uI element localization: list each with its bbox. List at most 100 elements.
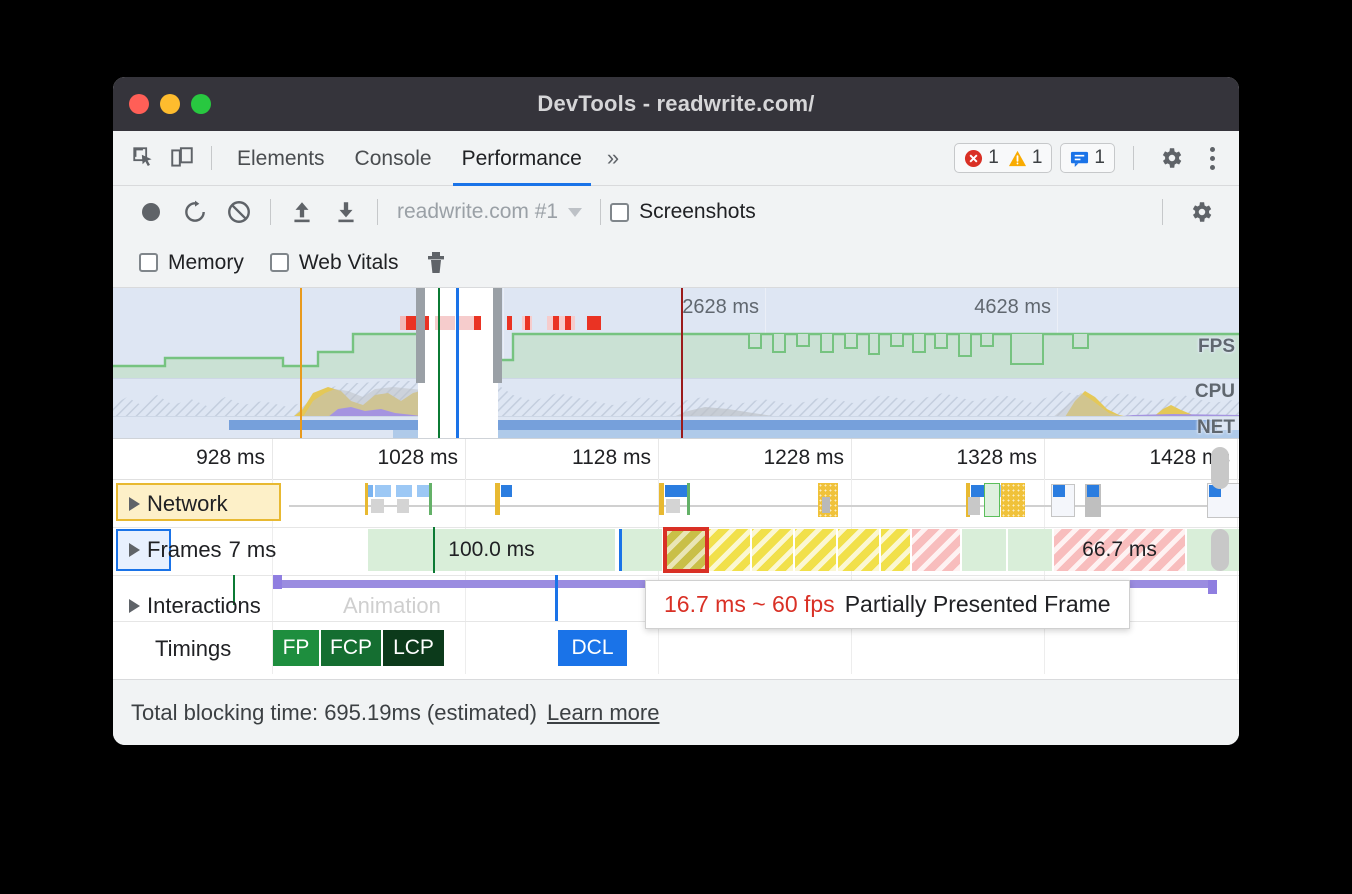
load-profile-up-arrow-icon[interactable] [280, 192, 324, 232]
overview-selection-handle-left[interactable] [416, 288, 425, 383]
memory-checkbox-group[interactable]: Memory [139, 251, 244, 275]
caret-down-icon[interactable] [568, 208, 582, 217]
reload-record-icon[interactable] [173, 192, 217, 232]
trash-icon[interactable] [414, 243, 458, 283]
frame-block[interactable] [838, 529, 880, 571]
track-interactions-title[interactable]: Interactions [129, 593, 261, 619]
screenshots-checkbox[interactable] [610, 203, 629, 222]
network-request-body[interactable] [822, 497, 830, 513]
memory-checkbox[interactable] [139, 253, 158, 272]
minimize-window-button[interactable] [160, 94, 180, 114]
frame-block[interactable] [912, 529, 961, 571]
frame-block[interactable] [752, 529, 794, 571]
profile-selector-value[interactable]: readwrite.com #1 [387, 200, 558, 224]
close-window-button[interactable] [129, 94, 149, 114]
network-request-body[interactable] [397, 499, 409, 513]
frame-block[interactable] [1008, 529, 1053, 571]
track-network-title[interactable]: Network [129, 491, 228, 517]
network-track-scrollbar[interactable] [1211, 447, 1229, 489]
screenshots-label[interactable]: Screenshots [639, 200, 756, 224]
timeline-tracks-area[interactable]: 928 ms 1028 ms 1128 ms 1228 ms 1328 ms 1… [113, 439, 1239, 674]
track-network[interactable]: Network [113, 479, 1239, 528]
memory-label[interactable]: Memory [168, 251, 244, 275]
tab-console[interactable]: Console [340, 131, 447, 186]
frame-tooltip: 16.7 ms ~ 60 fps Partially Presented Fra… [645, 580, 1130, 629]
performance-toolbar-primary: readwrite.com #1 Screenshots [113, 186, 1239, 238]
tabbar-right-group: 1 1 1 [954, 139, 1227, 177]
network-request-marker [659, 483, 664, 515]
track-frames-label: Frames [147, 537, 222, 563]
frame-block[interactable]: 66.7 ms [1054, 529, 1186, 571]
ruler-tick [272, 439, 273, 479]
device-toolbar-icon[interactable] [163, 139, 201, 177]
network-request[interactable] [501, 485, 512, 497]
overview-selection-handle-right[interactable] [493, 288, 502, 383]
network-request[interactable] [1053, 485, 1065, 497]
timing-marker-fcp[interactable]: FCP [321, 630, 383, 666]
tab-performance[interactable]: Performance [447, 131, 597, 186]
track-frames[interactable]: Frames 7 ms 100.0 ms 66.7 ms [113, 527, 1239, 576]
overview-marker-fp [438, 288, 440, 438]
expand-network-triangle-icon[interactable] [129, 497, 140, 511]
timeline-ruler[interactable]: 928 ms 1028 ms 1128 ms 1228 ms 1328 ms 1… [113, 439, 1239, 480]
frame-block[interactable] [709, 529, 751, 571]
frame-block[interactable] [795, 529, 837, 571]
ruler-tick [658, 439, 659, 479]
interaction-bar-end-cap [1208, 580, 1217, 594]
network-request-body[interactable] [666, 499, 680, 513]
ruler-tick [1044, 439, 1045, 479]
interactions-marker-blue [555, 575, 558, 621]
web-vitals-label[interactable]: Web Vitals [299, 251, 399, 275]
timing-marker-fp[interactable]: FP [273, 630, 321, 666]
issues-counter-group[interactable]: 1 1 [954, 143, 1052, 173]
clear-slash-icon[interactable] [217, 192, 261, 232]
frames-track-scrollbar[interactable] [1211, 529, 1229, 571]
tab-elements[interactable]: Elements [222, 131, 340, 186]
inspect-cursor-icon[interactable] [125, 139, 163, 177]
frame-block-selected[interactable] [665, 529, 707, 571]
network-request[interactable] [1001, 483, 1025, 517]
network-request[interactable] [1087, 485, 1099, 497]
total-blocking-time-text: Total blocking time: 695.19ms (estimated… [131, 700, 537, 726]
tabbar-divider [211, 146, 212, 170]
record-circle-icon[interactable] [129, 192, 173, 232]
warning-count: 1 [1032, 147, 1043, 169]
web-vitals-checkbox-group[interactable]: Web Vitals [270, 251, 399, 275]
expand-frames-triangle-icon[interactable] [129, 543, 140, 557]
ruler-tick [851, 439, 852, 479]
network-request-marker [429, 483, 432, 515]
network-request[interactable] [375, 485, 391, 497]
ruler-label: 928 ms [196, 446, 272, 470]
network-request-body[interactable] [371, 499, 384, 513]
chevron-double-right-icon[interactable]: » [597, 145, 629, 171]
gear-icon[interactable] [1152, 139, 1190, 177]
timeline-overview[interactable]: FPS CPU [113, 288, 1239, 439]
ruler-tick [465, 439, 466, 479]
expand-interactions-triangle-icon[interactable] [129, 599, 140, 613]
messages-counter-group[interactable]: 1 [1060, 143, 1115, 173]
frame-block[interactable] [962, 529, 1007, 571]
track-frames-title[interactable]: Frames 7 ms [129, 537, 276, 563]
frame-block[interactable] [881, 529, 911, 571]
timing-marker-dcl[interactable]: DCL [558, 630, 627, 666]
timing-label: FP [283, 636, 310, 660]
maximize-window-button[interactable] [191, 94, 211, 114]
network-request-marker [687, 483, 690, 515]
frame-block[interactable]: 100.0 ms [368, 529, 616, 571]
save-profile-down-arrow-icon[interactable] [324, 192, 368, 232]
network-request[interactable] [665, 485, 687, 497]
track-timings-title: Timings [155, 636, 231, 662]
learn-more-link[interactable]: Learn more [547, 700, 660, 726]
timing-marker-lcp[interactable]: LCP [383, 630, 446, 666]
error-count: 1 [988, 147, 999, 169]
frame-block[interactable] [619, 529, 663, 571]
tooltip-duration: 16.7 ms ~ 60 fps [664, 591, 835, 618]
kebab-menu-icon[interactable] [1198, 147, 1227, 170]
network-request[interactable] [396, 485, 412, 497]
capture-settings-gear-icon[interactable] [1179, 192, 1223, 232]
web-vitals-checkbox[interactable] [270, 253, 289, 272]
track-network-label: Network [147, 491, 228, 517]
network-request[interactable] [984, 483, 1000, 517]
screenshots-checkbox-group[interactable]: Screenshots [610, 200, 756, 224]
network-request-body[interactable] [968, 497, 980, 515]
